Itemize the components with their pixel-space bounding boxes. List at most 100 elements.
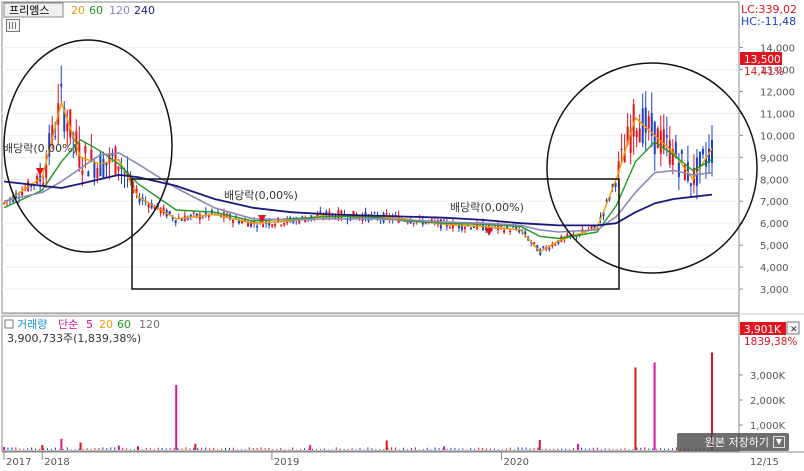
- save-original-label: 원본 저장하기: [704, 436, 769, 449]
- candle-body: [406, 222, 409, 224]
- candle-body: [554, 244, 557, 246]
- candle-body: [653, 121, 656, 155]
- x-end-label: 12/15: [750, 457, 779, 468]
- candle-body: [509, 230, 512, 233]
- candle-body: [620, 148, 623, 151]
- volume-bar-major: [41, 445, 44, 450]
- candle-body: [677, 162, 680, 178]
- save-original-button[interactable]: 원본 저장하기 ▼: [677, 433, 789, 451]
- candle-body: [201, 217, 204, 219]
- candle-body: [689, 183, 692, 187]
- candle-body: [66, 123, 69, 132]
- volume-bar-major: [117, 445, 120, 450]
- current-price: 13,500: [744, 54, 781, 66]
- price-tick-label: 6,000: [760, 219, 789, 230]
- candle-body: [463, 227, 466, 229]
- candle-body: [96, 168, 99, 179]
- price-tick-label: 7,000: [760, 197, 789, 208]
- candle-body: [283, 222, 286, 225]
- candle-body: [412, 223, 415, 225]
- volume-tick-label: 2,000K: [750, 396, 786, 407]
- volume-bar-major: [3, 447, 5, 450]
- candle-body: [180, 219, 183, 221]
- candle-body: [54, 136, 57, 138]
- symbol-name: 프리엠스: [9, 4, 49, 17]
- candle-body: [319, 211, 322, 214]
- candle-body: [542, 246, 545, 248]
- dividend-label-3: 배당락(0,00%): [450, 201, 524, 214]
- price-tick-label: 8,000: [760, 175, 789, 186]
- candle-body: [262, 224, 265, 228]
- volume-bar-major: [577, 443, 580, 450]
- candle-body: [192, 212, 195, 214]
- chevron-down-icon: ▼: [773, 436, 785, 448]
- candle-body: [448, 227, 451, 229]
- volume-bar-major: [136, 446, 139, 450]
- candle-body: [385, 213, 388, 215]
- price-tick-label: 4,000: [760, 263, 789, 274]
- candle-body: [147, 204, 150, 208]
- candle-body: [60, 83, 63, 87]
- current-volume: 3,901K: [744, 324, 782, 336]
- x-tick-label: 2020: [504, 457, 529, 468]
- candle-body: [271, 224, 274, 227]
- candle-body: [647, 116, 650, 129]
- candle-body: [680, 150, 683, 154]
- volume-title: 거래량: [17, 318, 47, 331]
- candle-body: [87, 171, 90, 177]
- dividend-label-1: 배당락(0,00%): [3, 142, 77, 155]
- vol-ma60-label: 60: [117, 318, 131, 331]
- volume-bar-major: [79, 442, 82, 450]
- volume-bar-major: [194, 443, 197, 450]
- volume-bar-major: [175, 385, 178, 450]
- dividend-label-2: 배당락(0,00%): [224, 189, 298, 202]
- volume-bar-major: [443, 446, 446, 450]
- candle-body: [469, 227, 472, 230]
- hc-label: HC:-11,48: [741, 15, 796, 28]
- candle-body: [430, 219, 433, 221]
- candle-body: [274, 224, 277, 227]
- vol-ma120-label: 120: [139, 318, 160, 331]
- volume-info: 3,900,733주(1,839,38%): [7, 332, 141, 345]
- chart-canvas: 3,000 4,000 5,000 6,000 7,000 8,000 9,000 10,00…: [0, 0, 804, 471]
- ma20-label: 20: [71, 4, 85, 17]
- candle-body: [84, 145, 87, 154]
- chart-settings-icon[interactable]: [6, 19, 20, 32]
- current-change: 14,41%: [744, 66, 784, 78]
- candle-body: [102, 158, 105, 178]
- vol-ma5-label: 5: [86, 318, 93, 331]
- candle-body: [138, 198, 141, 203]
- candle-body: [662, 129, 665, 150]
- candle-body: [665, 134, 668, 138]
- candle-body: [533, 242, 536, 244]
- volume-bar-major: [60, 438, 63, 450]
- candle-body: [442, 219, 445, 221]
- candle-body: [105, 163, 108, 166]
- price-tick-label: 10,000: [760, 131, 795, 142]
- candle-body: [99, 153, 102, 177]
- ma60-label: 60: [89, 4, 103, 17]
- candle-body: [256, 225, 259, 228]
- price-tick-label: 3,000: [760, 285, 789, 296]
- candle-body: [572, 233, 575, 235]
- volume-bar-major: [385, 440, 388, 450]
- volume-tick-label: 1,000K: [750, 421, 786, 432]
- x-tick-label: 2018: [44, 457, 69, 468]
- candle-body: [174, 220, 177, 224]
- candle-body: [373, 212, 376, 214]
- candle-body: [117, 166, 120, 171]
- price-tick-label: 12,000: [760, 87, 795, 98]
- volume-bar-major: [634, 367, 637, 450]
- candle-body: [644, 107, 647, 133]
- close-icon: ✕: [790, 325, 798, 335]
- x-tick-label: 2019: [274, 457, 299, 468]
- candle-body: [512, 226, 515, 228]
- candle-body: [503, 229, 506, 233]
- price-tick-label: 11,000: [760, 109, 795, 120]
- current-volume-pct: 1839,38%: [744, 336, 797, 348]
- volume-sma-label: 단순: [58, 318, 78, 331]
- candle-body: [280, 224, 283, 226]
- stock-chart: 3,000 4,000 5,000 6,000 7,000 8,000 9,000 10,00…: [0, 0, 804, 471]
- candle-body: [638, 128, 641, 143]
- candle-body: [548, 247, 551, 250]
